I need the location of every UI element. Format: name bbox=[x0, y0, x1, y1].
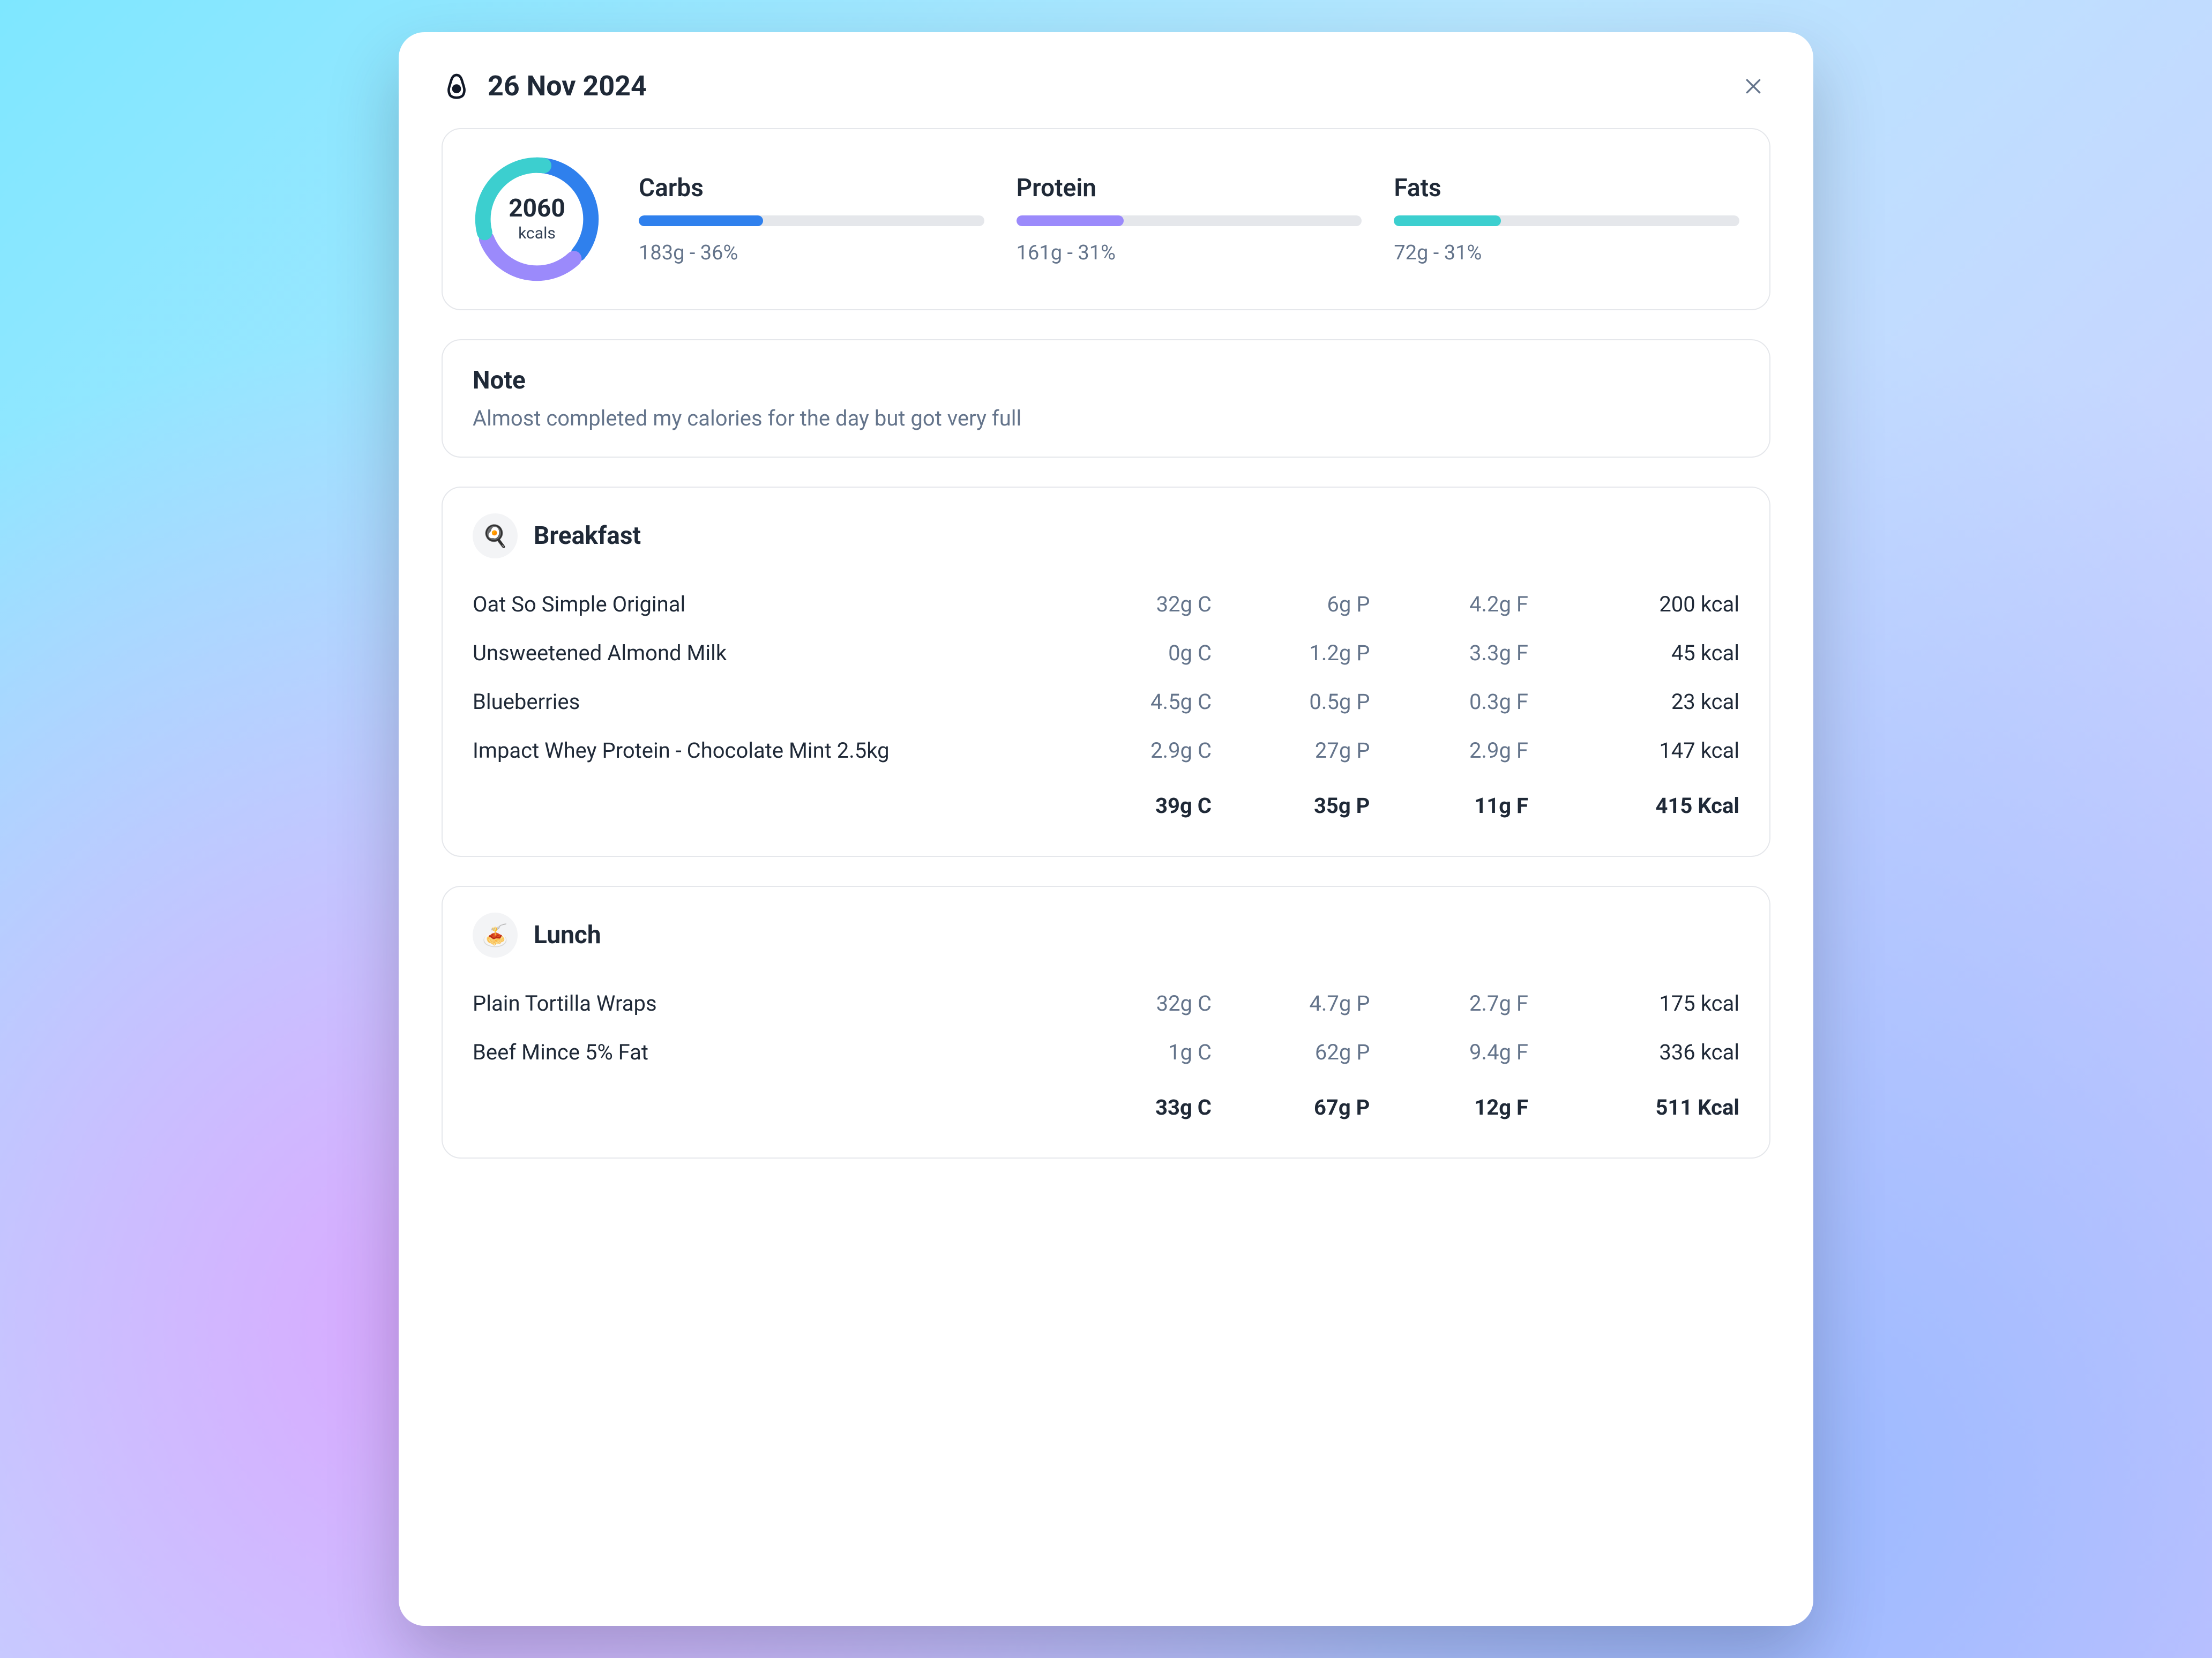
food-protein: 0.5g P bbox=[1212, 677, 1370, 726]
food-kcal: 200 kcal bbox=[1528, 580, 1739, 629]
modal-header: 26 Nov 2024 bbox=[442, 70, 1770, 102]
food-name: Unsweetened Almond Milk bbox=[473, 629, 1053, 677]
meal-icon: 🍝 bbox=[473, 913, 518, 958]
food-fat: 9.4g F bbox=[1370, 1028, 1528, 1077]
total-kcal: 415 Kcal bbox=[1528, 775, 1739, 830]
meal-header: 🍳 Breakfast bbox=[473, 513, 1739, 558]
macros-summary-card: 2060 kcals Carbs 183g - 36% Protein 161g - … bbox=[442, 128, 1770, 310]
meal-total-row: 39g C35g P11g F415 Kcal bbox=[473, 775, 1739, 830]
meal-title: Breakfast bbox=[534, 521, 641, 550]
food-fat: 3.3g F bbox=[1370, 629, 1528, 677]
food-kcal: 147 kcal bbox=[1528, 726, 1739, 775]
food-fat: 4.2g F bbox=[1370, 580, 1528, 629]
macro-detail: 183g - 36% bbox=[639, 241, 984, 265]
avocado-logo-icon bbox=[442, 71, 472, 101]
date-title: 26 Nov 2024 bbox=[488, 70, 647, 102]
meal-table: Oat So Simple Original32g C6g P4.2g F200… bbox=[473, 580, 1739, 830]
food-row: Unsweetened Almond Milk0g C1.2g P3.3g F4… bbox=[473, 629, 1739, 677]
food-protein: 4.7g P bbox=[1212, 979, 1370, 1028]
food-carbs: 4.5g C bbox=[1053, 677, 1212, 726]
close-icon bbox=[1743, 76, 1764, 99]
macro-label: Protein bbox=[1017, 174, 1362, 203]
food-protein: 6g P bbox=[1212, 580, 1370, 629]
macro-protein: Protein 161g - 31% bbox=[1017, 174, 1362, 265]
macro-label: Fats bbox=[1394, 174, 1739, 203]
macro-carbs: Carbs 183g - 36% bbox=[639, 174, 984, 265]
food-kcal: 175 kcal bbox=[1528, 979, 1739, 1028]
food-row: Oat So Simple Original32g C6g P4.2g F200… bbox=[473, 580, 1739, 629]
food-row: Plain Tortilla Wraps32g C4.7g P2.7g F175… bbox=[473, 979, 1739, 1028]
macro-bar bbox=[1394, 215, 1739, 226]
total-protein: 35g P bbox=[1212, 775, 1370, 830]
calories-unit: kcals bbox=[518, 224, 556, 243]
food-carbs: 0g C bbox=[1053, 629, 1212, 677]
food-kcal: 45 kcal bbox=[1528, 629, 1739, 677]
food-kcal: 23 kcal bbox=[1528, 677, 1739, 726]
food-kcal: 336 kcal bbox=[1528, 1028, 1739, 1077]
total-carbs: 39g C bbox=[1053, 775, 1212, 830]
macro-detail: 161g - 31% bbox=[1017, 241, 1362, 265]
meal-total-row: 33g C67g P12g F511 Kcal bbox=[473, 1077, 1739, 1132]
food-row: Blueberries4.5g C0.5g P0.3g F23 kcal bbox=[473, 677, 1739, 726]
note-body: Almost completed my calories for the day… bbox=[473, 406, 1739, 431]
note-title: Note bbox=[473, 366, 1739, 395]
day-log-modal: 26 Nov 2024 2060 kcals Carbs 183g - 36% Pr… bbox=[399, 32, 1813, 1626]
food-name: Beef Mince 5% Fat bbox=[473, 1028, 1053, 1077]
total-kcal: 511 Kcal bbox=[1528, 1077, 1739, 1132]
food-protein: 1.2g P bbox=[1212, 629, 1370, 677]
calories-ring: 2060 kcals bbox=[473, 155, 601, 283]
total-protein: 67g P bbox=[1212, 1077, 1370, 1132]
macro-label: Carbs bbox=[639, 174, 984, 203]
food-row: Beef Mince 5% Fat1g C62g P9.4g F336 kcal bbox=[473, 1028, 1739, 1077]
food-carbs: 2.9g C bbox=[1053, 726, 1212, 775]
close-button[interactable] bbox=[1736, 70, 1770, 104]
total-fat: 12g F bbox=[1370, 1077, 1528, 1132]
food-protein: 62g P bbox=[1212, 1028, 1370, 1077]
calories-value: 2060 bbox=[509, 196, 565, 221]
note-card: Note Almost completed my calories for th… bbox=[442, 339, 1770, 458]
food-fat: 0.3g F bbox=[1370, 677, 1528, 726]
food-name: Plain Tortilla Wraps bbox=[473, 979, 1053, 1028]
meal-header: 🍝 Lunch bbox=[473, 913, 1739, 958]
food-name: Impact Whey Protein - Chocolate Mint 2.5… bbox=[473, 726, 1053, 775]
meal-icon: 🍳 bbox=[473, 513, 518, 558]
food-name: Oat So Simple Original bbox=[473, 580, 1053, 629]
food-fat: 2.9g F bbox=[1370, 726, 1528, 775]
food-protein: 27g P bbox=[1212, 726, 1370, 775]
macro-bar bbox=[1017, 215, 1362, 226]
total-carbs: 33g C bbox=[1053, 1077, 1212, 1132]
food-row: Impact Whey Protein - Chocolate Mint 2.5… bbox=[473, 726, 1739, 775]
food-carbs: 1g C bbox=[1053, 1028, 1212, 1077]
meal-table: Plain Tortilla Wraps32g C4.7g P2.7g F175… bbox=[473, 979, 1739, 1132]
total-fat: 11g F bbox=[1370, 775, 1528, 830]
meal-card-breakfast: 🍳 Breakfast Oat So Simple Original32g C6g … bbox=[442, 487, 1770, 857]
food-name: Blueberries bbox=[473, 677, 1053, 726]
macro-fats: Fats 72g - 31% bbox=[1394, 174, 1739, 265]
macro-detail: 72g - 31% bbox=[1394, 241, 1739, 265]
meal-title: Lunch bbox=[534, 921, 601, 950]
food-carbs: 32g C bbox=[1053, 979, 1212, 1028]
food-carbs: 32g C bbox=[1053, 580, 1212, 629]
food-fat: 2.7g F bbox=[1370, 979, 1528, 1028]
meal-card-lunch: 🍝 Lunch Plain Tortilla Wraps32g C4.7g P2.7… bbox=[442, 886, 1770, 1159]
macro-bar bbox=[639, 215, 984, 226]
